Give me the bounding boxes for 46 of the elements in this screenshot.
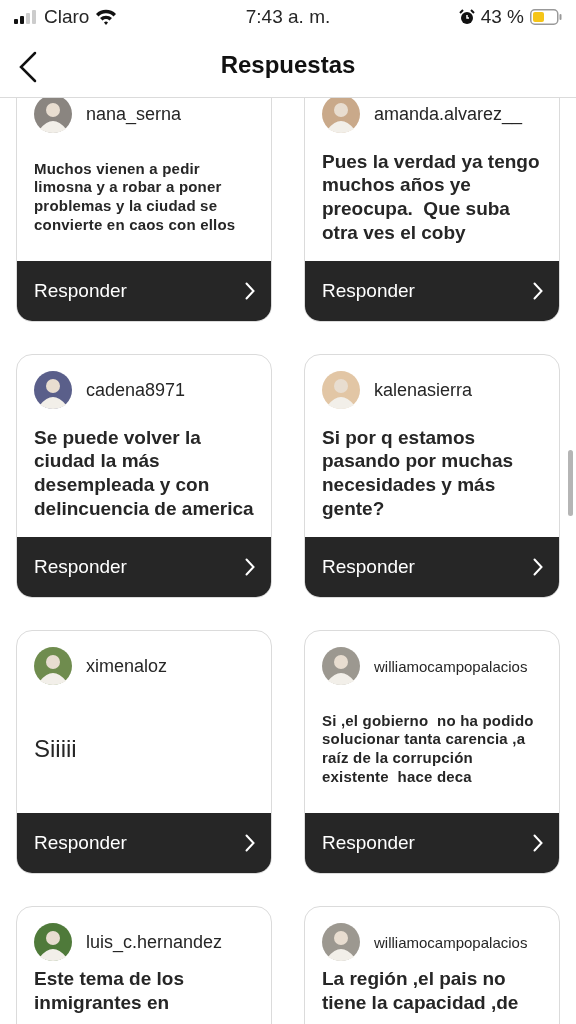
- avatar: [322, 371, 360, 409]
- response-text: Si ,el gobierno no ha podido solucionar tanta carencia ,a raíz de la corrupción existente hace deca: [322, 711, 535, 787]
- clock-time: 7:43 a. m.: [245, 5, 331, 28]
- reply-button[interactable]: Responder: [305, 537, 559, 597]
- response-text: Muchos vienen a pedir limosna y a robar a poner problemas y la ciudad se convierte en caos con ellos: [34, 159, 237, 235]
- chevron-icon: [245, 558, 255, 576]
- chevron-icon: [533, 282, 543, 300]
- username[interactable]: cadena8971: [86, 379, 186, 401]
- avatar: [34, 98, 72, 133]
- chevron-icon: [245, 834, 255, 852]
- signal-icon: [14, 9, 38, 24]
- response-text: La región ,el pais no tiene la capacidad ,de: [322, 967, 520, 1015]
- avatar: [34, 647, 72, 685]
- chevron-icon: [533, 834, 543, 852]
- username[interactable]: amanda.alvarez__: [374, 103, 523, 125]
- page-title: Respuestas: [220, 51, 356, 79]
- avatar: [322, 923, 360, 961]
- username[interactable]: nana_serna: [86, 103, 182, 125]
- carrier-name: Claro: [44, 5, 90, 28]
- response-text: Siiiii: [34, 734, 77, 764]
- wifi-icon: [95, 8, 118, 25]
- reply-button[interactable]: Responder: [17, 261, 271, 321]
- avatar: [322, 98, 360, 133]
- username[interactable]: williamocampopalacios: [374, 657, 528, 675]
- response-text: Si por q estamos pasando por muchas necesidades y más gente?: [322, 425, 515, 521]
- response-text: Pues la verdad ya tengo muchos años ye preocupa. Que suba otra ves el coby: [322, 149, 541, 245]
- reply-button[interactable]: Responder: [17, 537, 271, 597]
- avatar: [34, 923, 72, 961]
- avatar: [322, 647, 360, 685]
- username[interactable]: luis_c.hernandez: [86, 931, 223, 953]
- back-icon: [18, 51, 38, 83]
- avatar: [34, 371, 72, 409]
- response-text: Se puede volver la ciudad la más desempleada y con delincuencia de america: [34, 425, 255, 521]
- username[interactable]: kalenasierra: [374, 379, 473, 401]
- scrollbar-thumb: [568, 450, 573, 516]
- reply-button[interactable]: Responder: [17, 813, 271, 873]
- battery-percent: 43 %: [480, 5, 524, 28]
- chevron-icon: [533, 558, 543, 576]
- chevron-icon: [245, 282, 255, 300]
- reply-button[interactable]: Responder: [305, 813, 559, 873]
- username[interactable]: ximenaloz: [86, 655, 168, 677]
- alarm-icon: [458, 8, 475, 25]
- response-text: Este tema de los inmigrantes en: [34, 967, 185, 1015]
- username[interactable]: williamocampopalacios: [374, 933, 528, 951]
- battery-icon: [530, 8, 562, 25]
- reply-button[interactable]: Responder: [305, 261, 559, 321]
